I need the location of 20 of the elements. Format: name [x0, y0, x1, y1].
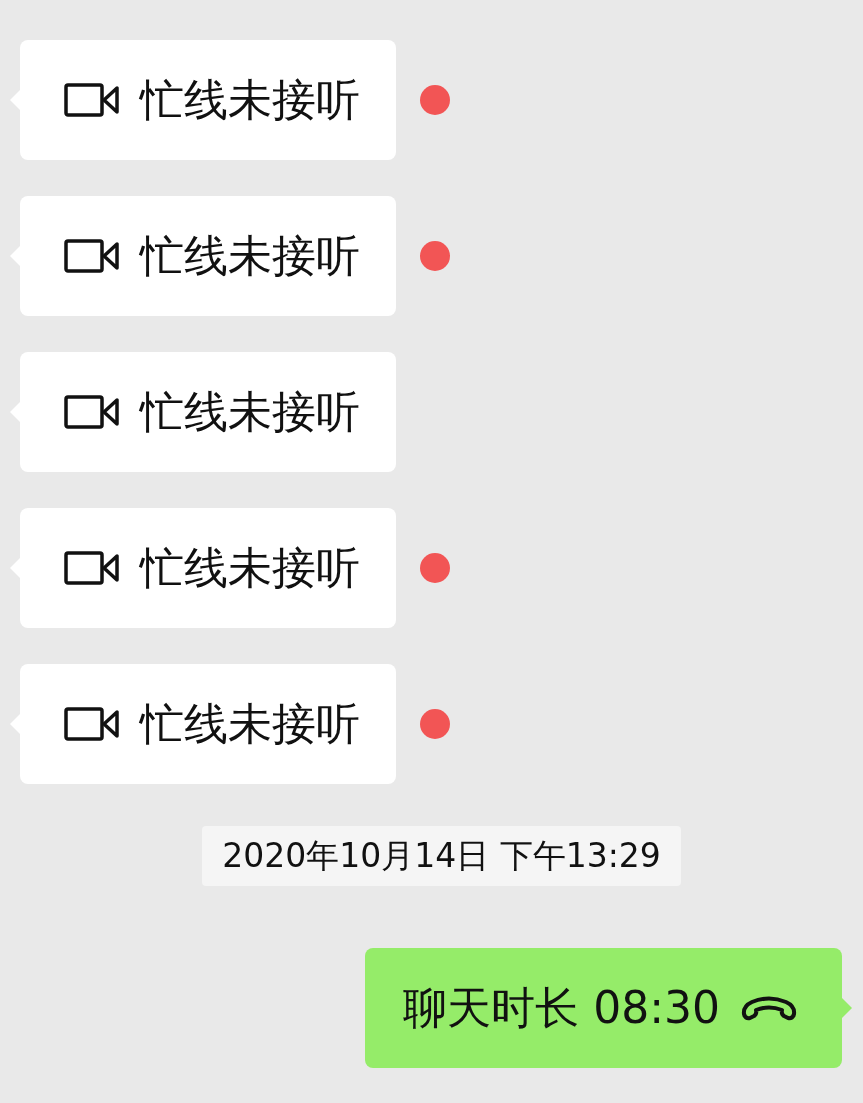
video-call-bubble[interactable]: 忙线未接听 — [20, 664, 396, 784]
video-camera-icon — [64, 238, 120, 274]
video-call-bubble[interactable]: 忙线未接听 — [20, 508, 396, 628]
video-call-bubble[interactable]: 忙线未接听 — [20, 352, 396, 472]
call-status-text: 忙线未接听 — [140, 542, 360, 594]
bubble-tail — [842, 998, 852, 1018]
call-status-text: 忙线未接听 — [140, 230, 360, 282]
video-camera-icon — [64, 394, 120, 430]
call-status-text: 忙线未接听 — [140, 386, 360, 438]
video-call-bubble[interactable]: 忙线未接听 — [20, 40, 396, 160]
video-call-bubble[interactable]: 忙线未接听 — [20, 196, 396, 316]
call-status-text: 忙线未接听 — [140, 74, 360, 126]
timestamp: 2020年10月14日 下午13:29 — [202, 826, 681, 886]
phone-hang-up-icon — [740, 994, 798, 1022]
video-camera-icon — [64, 550, 120, 586]
video-camera-icon — [64, 82, 120, 118]
call-status-text: 聊天时长 08:30 — [403, 982, 720, 1034]
call-status-text: 忙线未接听 — [140, 698, 360, 750]
video-camera-icon — [64, 706, 120, 742]
call-duration-bubble[interactable]: 聊天时长 08:30 — [365, 948, 842, 1068]
